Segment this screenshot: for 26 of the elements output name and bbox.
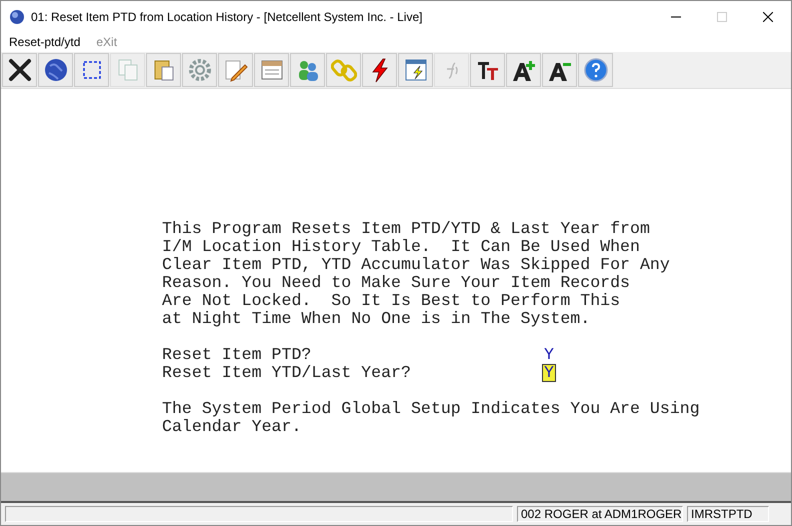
- globe-icon: [42, 57, 68, 83]
- toolbar-button[interactable]: [506, 53, 541, 87]
- toolbar-button[interactable]: [38, 53, 73, 87]
- window-title: 01: Reset Item PTD from Location History - [Netcellent System Inc. - Live]: [31, 10, 424, 24]
- chain-link-icon: [330, 57, 356, 83]
- toolbar-button[interactable]: [74, 53, 109, 87]
- status-program: IMRSTPTD: [687, 506, 769, 522]
- answer-field[interactable]: Y: [542, 346, 556, 364]
- prompt-label: Reset Item PTD?: [162, 346, 312, 364]
- globe-icon: [9, 8, 25, 24]
- window-lightning-icon: [402, 57, 428, 83]
- description-text: This Program Resets Item PTD/YTD & Last Year from I/M Location History Table. It Can Be Used When Clear Item PTD, YTD Accumulator Was Skipped For Any Reason. You Need to Make Sure Your Item Records Are Not Locked. So It Is Best to Perform This at Night Time When No One is in The System.: [162, 220, 671, 328]
- menu-item[interactable]: Reset-ptd/ytd: [9, 35, 80, 49]
- maximize-icon: [717, 12, 727, 22]
- note-text: The System Period Global Setup Indicates You Are Using Calendar Year.: [162, 400, 701, 436]
- status-user: 002 ROGER at ADM1ROGER: [517, 506, 683, 522]
- help-icon: [582, 57, 608, 83]
- toolbar-button[interactable]: [362, 53, 397, 87]
- toolbar-button[interactable]: [542, 53, 577, 87]
- toolbar-button[interactable]: [470, 53, 505, 87]
- toolbar-button[interactable]: [2, 53, 37, 87]
- answer-field[interactable]: Y: [542, 364, 556, 382]
- close-icon: [6, 57, 32, 83]
- prompt-label: Reset Item YTD/Last Year?: [162, 364, 412, 382]
- close-icon: [763, 12, 773, 22]
- gear-icon: [186, 57, 212, 83]
